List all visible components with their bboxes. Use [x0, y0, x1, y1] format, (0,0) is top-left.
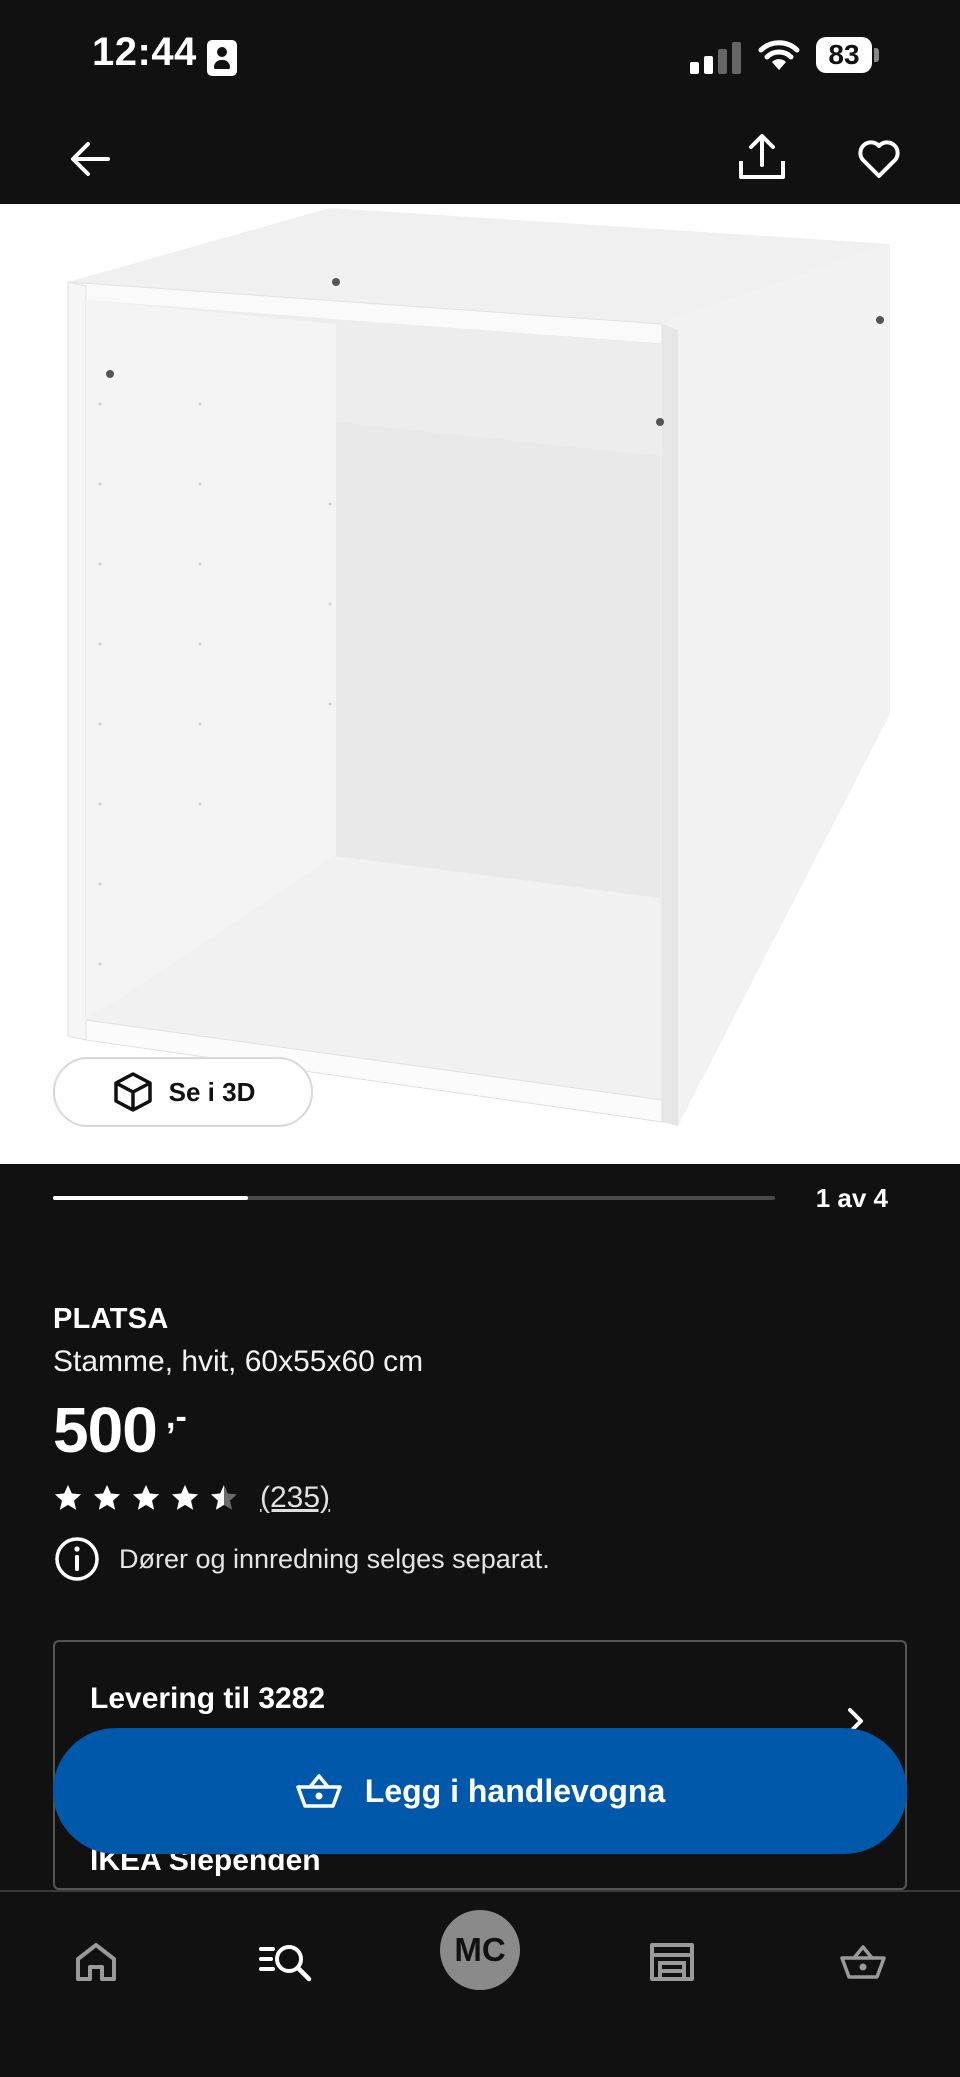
info-icon — [55, 1537, 99, 1581]
wifi-icon — [758, 40, 800, 70]
clock: 12:44 — [92, 30, 197, 74]
heart-icon — [858, 140, 900, 178]
view-in-3d-label: Se i 3D — [168, 1076, 256, 1107]
star-full-icon — [172, 1485, 198, 1510]
arrow-left-icon — [71, 142, 110, 176]
star-full-icon — [55, 1485, 81, 1510]
bottom-tab-bar: MC — [0, 1890, 960, 2077]
info-notice: Dører og innredning selges separat. — [53, 1535, 550, 1583]
image-counter: 1 av 4 — [815, 1183, 888, 1213]
cube-3d-icon — [113, 1072, 152, 1112]
product-rating[interactable]: (235) — [53, 1480, 330, 1516]
status-bar: 12:44 83 — [0, 0, 960, 114]
signal-icon — [690, 42, 741, 74]
add-to-cart-button[interactable]: Legg i handlevogna — [53, 1728, 907, 1854]
product-description: Stamme, hvit, 60x55x60 cm — [53, 1345, 424, 1378]
tab-home[interactable] — [56, 1922, 136, 2002]
review-count-link[interactable]: (235) — [260, 1481, 330, 1515]
id-card-icon — [207, 40, 237, 76]
view-in-3d-button[interactable]: Se i 3D — [53, 1057, 313, 1127]
rating-stars — [53, 1483, 248, 1513]
home-icon — [76, 1943, 116, 1981]
share-button[interactable] — [730, 125, 794, 189]
back-button[interactable] — [58, 127, 122, 191]
add-to-cart-label: Legg i handlevogna — [364, 1772, 666, 1809]
info-notice-text: Dører og innredning selges separat. — [119, 1543, 550, 1574]
product-brand: PLATSA — [53, 1303, 169, 1335]
battery-tip — [874, 48, 879, 62]
cart-basket-icon — [840, 1945, 886, 1979]
image-carousel-progress-fill — [53, 1196, 248, 1200]
star-full-icon — [94, 1485, 120, 1510]
favorite-button[interactable] — [847, 127, 911, 191]
store-icon — [650, 1943, 694, 1981]
battery-level: 83 — [816, 37, 872, 73]
star-full-icon — [133, 1485, 159, 1510]
search-list-icon — [259, 1945, 312, 1982]
battery-indicator: 83 — [816, 37, 880, 73]
tab-cart[interactable] — [823, 1922, 903, 2002]
share-icon — [739, 134, 785, 179]
tab-profile-avatar[interactable]: MC — [440, 1910, 520, 1990]
star-half-icon — [211, 1485, 237, 1510]
cabinet-frame-illustration — [67, 208, 890, 1126]
product-image[interactable]: Se i 3D — [0, 204, 960, 1164]
basket-icon — [296, 1774, 342, 1808]
tab-search[interactable] — [246, 1922, 326, 2002]
top-nav — [0, 114, 960, 204]
product-price: 500 — [53, 1394, 158, 1466]
price-suffix: ,- — [166, 1398, 187, 1436]
image-carousel-progress — [53, 1196, 775, 1200]
tab-store[interactable] — [632, 1922, 712, 2002]
delivery-title: Levering til 3282 — [90, 1682, 326, 1715]
